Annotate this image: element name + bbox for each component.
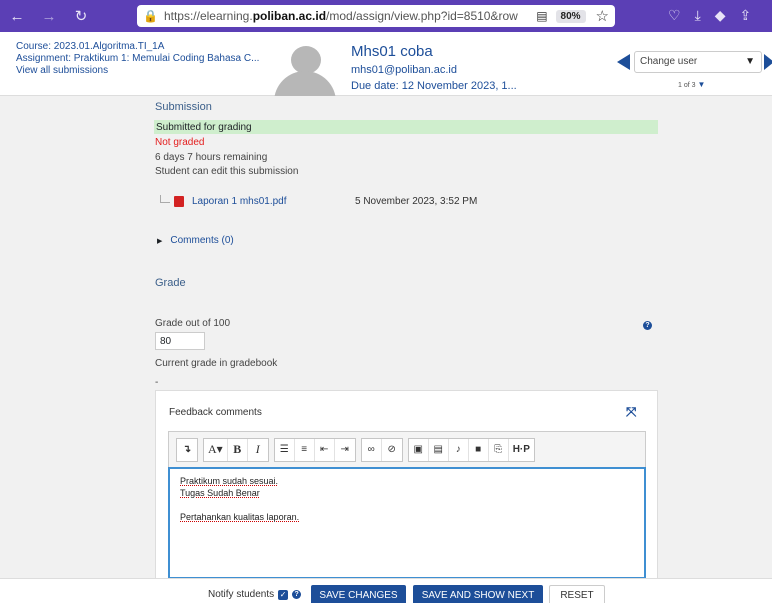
browser-extensions: ♡ ⤓ ◆ ⇪ (668, 7, 751, 24)
h5p-icon[interactable]: H·P (509, 439, 534, 461)
grade-heading: Grade (155, 277, 186, 289)
unordered-list-icon[interactable]: ☰ (275, 438, 295, 461)
media-icon[interactable]: ▤ (429, 438, 449, 461)
reader-view-icon[interactable]: ▤ (536, 9, 547, 23)
gradebook-label: Current grade in gradebook (155, 358, 278, 369)
grading-panel: Submission Submitted for grading Not gra… (0, 96, 772, 580)
chevron-down-icon: ▼ (745, 56, 755, 67)
help-icon[interactable]: ? (292, 590, 302, 599)
pdf-icon (174, 196, 184, 207)
action-footer: Notify students ✓ ? SAVE CHANGES SAVE AN… (0, 578, 772, 603)
help-icon[interactable]: ? (643, 321, 652, 330)
comments-toggle[interactable]: ▶ Comments (0) (157, 235, 234, 246)
user-info: Mhs01 coba mhs01@poliban.ac.id Due date:… (351, 43, 517, 92)
file-link[interactable]: Laporan 1 mhs01.pdf (192, 196, 287, 207)
feedback-line-1: Praktikum sudah sesuai. (180, 476, 279, 486)
image-icon[interactable]: ▣ (409, 438, 429, 461)
submitted-file: Laporan 1 mhs01.pdf (160, 194, 287, 207)
indent-icon[interactable]: ⇥ (335, 439, 355, 461)
link-icon[interactable]: ∞ (362, 438, 382, 461)
user-count: 1 of 3 ▼ (678, 80, 706, 89)
download-icon[interactable]: ⤓ (695, 7, 701, 24)
caret-right-icon: ▶ (157, 238, 163, 245)
back-icon[interactable]: ← (6, 8, 28, 25)
grading-status: Not graded (155, 137, 205, 148)
course-info: Course: 2023.01.Algoritma.TI_1A Assignme… (16, 41, 259, 77)
outdent-icon[interactable]: ⇤ (315, 438, 335, 461)
next-user-arrow-icon[interactable] (764, 54, 772, 70)
toolbar-toggle-icon[interactable]: ↴ (177, 439, 197, 461)
address-bar[interactable]: 🔒 https://elearning.poliban.ac.id/mod/as… (137, 5, 615, 27)
gradebook-value: - (155, 377, 159, 388)
user-name[interactable]: Mhs01 coba (351, 43, 517, 60)
italic-icon[interactable]: I (248, 439, 268, 461)
video-icon[interactable]: ■ (469, 438, 489, 461)
view-all-submissions-link[interactable]: View all submissions (16, 65, 259, 77)
browser-toolbar: ← → ↻ 🔒 https://elearning.poliban.ac.id/… (0, 0, 772, 32)
time-remaining: 6 days 7 hours remaining (155, 152, 268, 163)
notify-checkbox[interactable]: ✓ (278, 589, 289, 600)
expand-icon[interactable]: ⤧ (626, 404, 636, 420)
lock-icon: 🔒 (143, 9, 158, 23)
grade-input[interactable]: 80 (155, 332, 205, 350)
bold-icon[interactable]: B (228, 438, 248, 461)
forward-icon[interactable]: → (38, 8, 60, 25)
pocket-icon[interactable]: ♡ (668, 7, 681, 24)
course-link[interactable]: Course: 2023.01.Algoritma.TI_1A (16, 41, 259, 53)
submission-status: Submitted for grading (154, 120, 658, 134)
microphone-icon[interactable]: ♪ (449, 438, 469, 461)
notify-label: Notify students (208, 589, 275, 600)
manage-files-icon[interactable]: ⎘ (489, 438, 509, 461)
reload-icon[interactable]: ↻ (70, 7, 92, 25)
grader-header: Course: 2023.01.Algoritma.TI_1A Assignme… (0, 32, 772, 96)
feedback-line-2: Tugas Sudah Benar (180, 488, 260, 498)
due-date: Due date: 12 November 2023, 1... (351, 80, 517, 92)
share-icon[interactable]: ⇪ (740, 7, 752, 24)
notify-students[interactable]: Notify students ✓ ? (208, 589, 302, 600)
file-date: 5 November 2023, 3:52 PM (355, 196, 478, 207)
change-user-label: Change user (640, 56, 698, 67)
extension-icon[interactable]: ◆ (715, 7, 726, 24)
avatar (270, 46, 340, 96)
zoom-badge[interactable]: 80% (555, 9, 586, 23)
submission-heading: Submission (155, 101, 212, 113)
reset-button[interactable]: RESET (549, 585, 605, 603)
feedback-editor[interactable]: Praktikum sudah sesuai. Tugas Sudah Bena… (168, 467, 646, 579)
filter-icon[interactable]: ▼ (697, 80, 705, 89)
feedback-title: Feedback comments (169, 407, 262, 418)
feedback-line-3: Pertahankan kualitas laporan. (180, 512, 300, 522)
save-and-show-next-button[interactable]: SAVE AND SHOW NEXT (413, 585, 543, 603)
feedback-panel: Feedback comments ⤧ ↴ A▾ B I ☰ ≡ ⇤ ⇥ ∞ ⊘… (155, 390, 658, 580)
previous-user-arrow-icon[interactable] (617, 54, 630, 70)
ordered-list-icon[interactable]: ≡ (295, 438, 315, 461)
edit-note: Student can edit this submission (155, 166, 299, 177)
paragraph-styles-icon[interactable]: A▾ (204, 438, 228, 461)
unlink-icon[interactable]: ⊘ (382, 439, 402, 461)
save-changes-button[interactable]: SAVE CHANGES (311, 585, 406, 603)
editor-toolbar: ↴ A▾ B I ☰ ≡ ⇤ ⇥ ∞ ⊘ ▣ ▤ ♪ ■ ⎘ H·P (168, 431, 646, 467)
assignment-link[interactable]: Assignment: Praktikum 1: Memulai Coding … (16, 53, 259, 65)
bookmark-star-icon[interactable]: ☆ (596, 7, 609, 25)
user-email: mhs01@poliban.ac.id (351, 64, 457, 76)
grade-label: Grade out of 100 (155, 318, 231, 329)
url-text: https://elearning.poliban.ac.id/mod/assi… (163, 9, 518, 23)
change-user-select[interactable]: Change user ▼ (634, 51, 762, 73)
